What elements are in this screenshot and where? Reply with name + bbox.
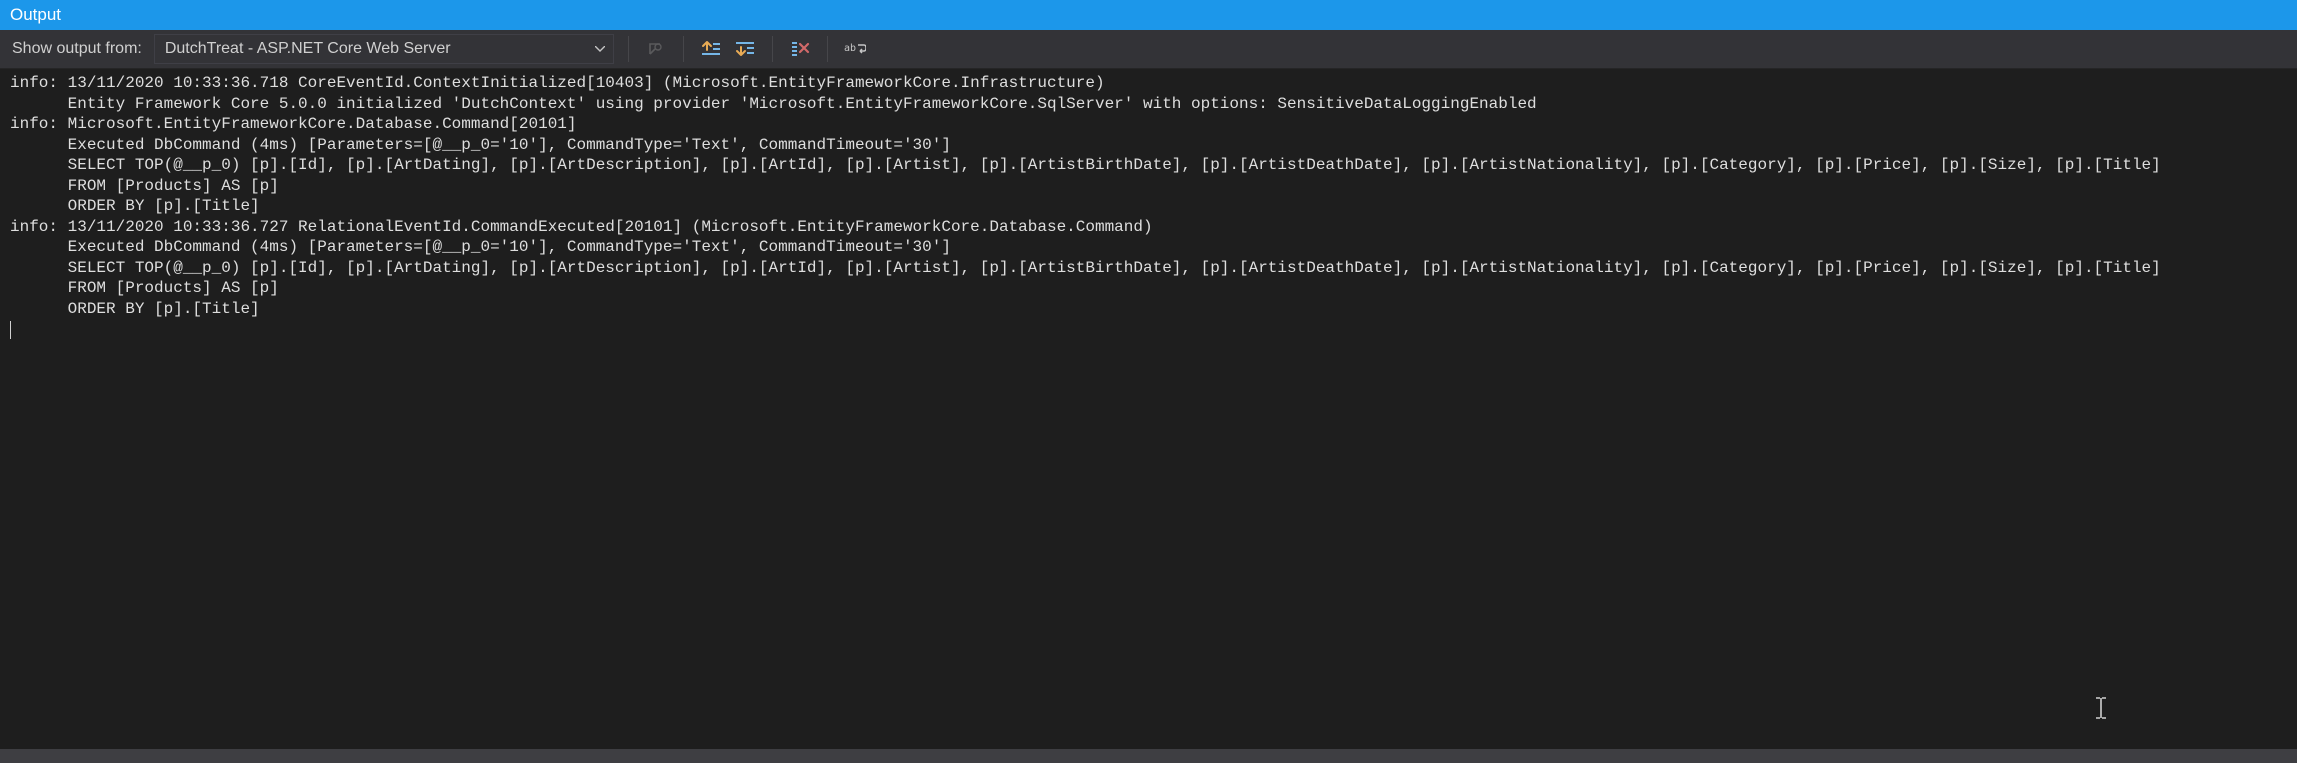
output-panel: Output Show output from: DutchTreat - AS… xyxy=(0,0,2297,763)
output-line: SELECT TOP(@__p_0) [p].[Id], [p].[ArtDat… xyxy=(10,155,2287,176)
toolbar-separator xyxy=(628,36,629,62)
text-caret xyxy=(10,321,11,339)
toggle-word-wrap-button[interactable]: ab xyxy=(842,36,868,62)
arrow-prev-icon xyxy=(701,40,721,58)
output-line: Executed DbCommand (4ms) [Parameters=[@_… xyxy=(10,135,2287,156)
toolbar-separator xyxy=(772,36,773,62)
find-message-button xyxy=(643,36,669,62)
output-line: ORDER BY [p].[Title] xyxy=(10,299,2287,320)
clear-all-icon xyxy=(790,40,810,58)
toolbar-separator xyxy=(827,36,828,62)
i-beam-cursor-icon xyxy=(2036,676,2108,746)
next-message-button[interactable] xyxy=(732,36,758,62)
output-line: ORDER BY [p].[Title] xyxy=(10,196,2287,217)
prev-message-button[interactable] xyxy=(698,36,724,62)
output-line: Entity Framework Core 5.0.0 initialized … xyxy=(10,94,2287,115)
output-line: FROM [Products] AS [p] xyxy=(10,278,2287,299)
panel-titlebar[interactable]: Output xyxy=(0,0,2297,30)
output-toolbar: Show output from: DutchTreat - ASP.NET C… xyxy=(0,30,2297,69)
output-line: info: 13/11/2020 10:33:36.718 CoreEventI… xyxy=(10,73,2287,94)
output-source-selected: DutchTreat - ASP.NET Core Web Server xyxy=(165,40,451,58)
toolbar-separator xyxy=(683,36,684,62)
horizontal-scrollbar[interactable] xyxy=(0,749,2297,763)
word-wrap-icon: ab xyxy=(844,41,866,57)
svg-text:ab: ab xyxy=(844,43,856,54)
arrow-next-icon xyxy=(735,40,755,58)
output-line: info: 13/11/2020 10:33:36.727 Relational… xyxy=(10,217,2287,238)
output-line: SELECT TOP(@__p_0) [p].[Id], [p].[ArtDat… xyxy=(10,258,2287,279)
output-line: FROM [Products] AS [p] xyxy=(10,176,2287,197)
output-line: Executed DbCommand (4ms) [Parameters=[@_… xyxy=(10,237,2287,258)
show-output-from-label: Show output from: xyxy=(12,40,146,58)
find-message-icon xyxy=(647,40,665,58)
output-line: info: Microsoft.EntityFrameworkCore.Data… xyxy=(10,114,2287,135)
chevron-down-icon xyxy=(595,46,605,52)
clear-all-button[interactable] xyxy=(787,36,813,62)
output-source-dropdown[interactable]: DutchTreat - ASP.NET Core Web Server xyxy=(154,34,614,64)
output-text-area[interactable]: info: 13/11/2020 10:33:36.718 CoreEventI… xyxy=(0,69,2297,749)
panel-title: Output xyxy=(10,5,61,25)
